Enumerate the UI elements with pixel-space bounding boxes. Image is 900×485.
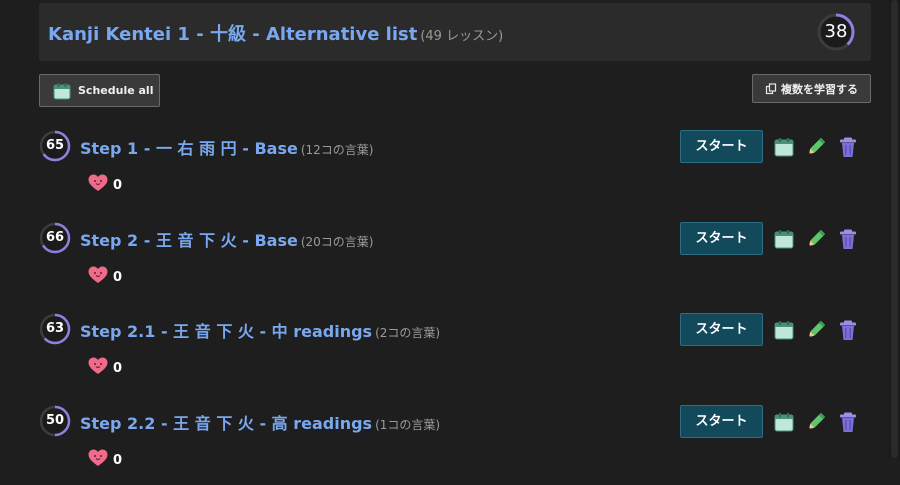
calendar-icon[interactable] [773,319,795,341]
lesson-progress-ring: 65 [39,130,71,162]
lesson-word-count: (20コの言葉) [300,235,374,249]
course-title: Kanji Kentei 1 - 十級 - Alternative list (4… [48,20,503,46]
lesson-progress-ring: 63 [39,313,71,345]
start-button[interactable]: スタート [680,130,763,163]
lesson-title-link[interactable]: Step 2 - 王 音 下 火 - Base [80,231,298,250]
lesson-row: 65 Step 1 - 一 右 雨 円 - Base (12コの言葉) 0 スタート [39,130,871,210]
like-count: 0 [113,452,123,468]
lesson-word-count: (1コの言葉) [375,418,441,432]
lesson-progress-ring: 50 [39,405,71,437]
start-button[interactable]: スタート [680,313,763,346]
calendar-icon[interactable] [773,136,795,158]
start-button[interactable]: スタート [680,405,763,438]
lesson-progress-value: 50 [45,413,65,428]
schedule-all-label: Schedule all [78,84,154,97]
schedule-all-button[interactable]: Schedule all [39,74,160,107]
lesson-title-link[interactable]: Step 2.2 - 王 音 下 火 - 高 readings [80,414,372,433]
course-progress-value: 38 [824,21,848,42]
copy-icon [765,82,777,94]
lesson-likes[interactable]: 0 [88,449,122,471]
lesson-title-link[interactable]: Step 1 - 一 右 雨 円 - Base [80,139,298,158]
lesson-title: Step 2.2 - 王 音 下 火 - 高 readings (1コの言葉) [80,410,440,434]
trash-icon[interactable] [837,136,859,158]
lesson-likes[interactable]: 0 [88,357,122,379]
multi-study-button[interactable]: 複数を学習する [752,74,871,103]
trash-icon[interactable] [837,319,859,341]
calendar-icon[interactable] [773,411,795,433]
lesson-progress-value: 63 [45,321,65,336]
lesson-title: Step 1 - 一 右 雨 円 - Base (12コの言葉) [80,135,373,159]
heart-icon [88,449,108,471]
lesson-row: 50 Step 2.2 - 王 音 下 火 - 高 readings (1コの言葉)… [39,405,871,485]
scrollbar-track[interactable] [889,0,900,458]
course-title-link[interactable]: Kanji Kentei 1 - 十級 - Alternative list [48,24,417,45]
lesson-title: Step 2 - 王 音 下 火 - Base (20コの言葉) [80,227,373,251]
scrollbar-thumb[interactable] [891,0,898,458]
like-count: 0 [113,360,123,376]
lesson-row: 63 Step 2.1 - 王 音 下 火 - 中 readings (2コの言葉)… [39,313,871,393]
like-count: 0 [113,269,123,285]
lesson-title: Step 2.1 - 王 音 下 火 - 中 readings (2コの言葉) [80,318,440,342]
lesson-likes[interactable]: 0 [88,266,122,288]
heart-icon [88,174,108,196]
calendar-icon[interactable] [773,228,795,250]
multi-study-label: 複数を学習する [781,82,858,96]
lesson-title-link[interactable]: Step 2.1 - 王 音 下 火 - 中 readings [80,322,372,341]
course-header: Kanji Kentei 1 - 十級 - Alternative list (4… [39,3,871,61]
lesson-word-count: (2コの言葉) [375,326,441,340]
start-button[interactable]: スタート [680,222,763,255]
lesson-likes[interactable]: 0 [88,174,122,196]
lesson-progress-value: 65 [45,138,65,153]
pencil-icon[interactable] [805,319,827,341]
pencil-icon[interactable] [805,411,827,433]
like-count: 0 [113,177,123,193]
lesson-word-count: (12コの言葉) [300,143,374,157]
pencil-icon[interactable] [805,228,827,250]
trash-icon[interactable] [837,411,859,433]
lesson-progress-value: 66 [45,230,65,245]
heart-icon [88,357,108,379]
lesson-row: 66 Step 2 - 王 音 下 火 - Base (20コの言葉) 0 スタート [39,222,871,302]
lesson-progress-ring: 66 [39,222,71,254]
pencil-icon[interactable] [805,136,827,158]
course-progress-ring: 38 [816,12,856,52]
lesson-count: (49 レッスン) [420,29,504,44]
trash-icon[interactable] [837,228,859,250]
heart-icon [88,266,108,288]
calendar-icon [53,82,71,99]
